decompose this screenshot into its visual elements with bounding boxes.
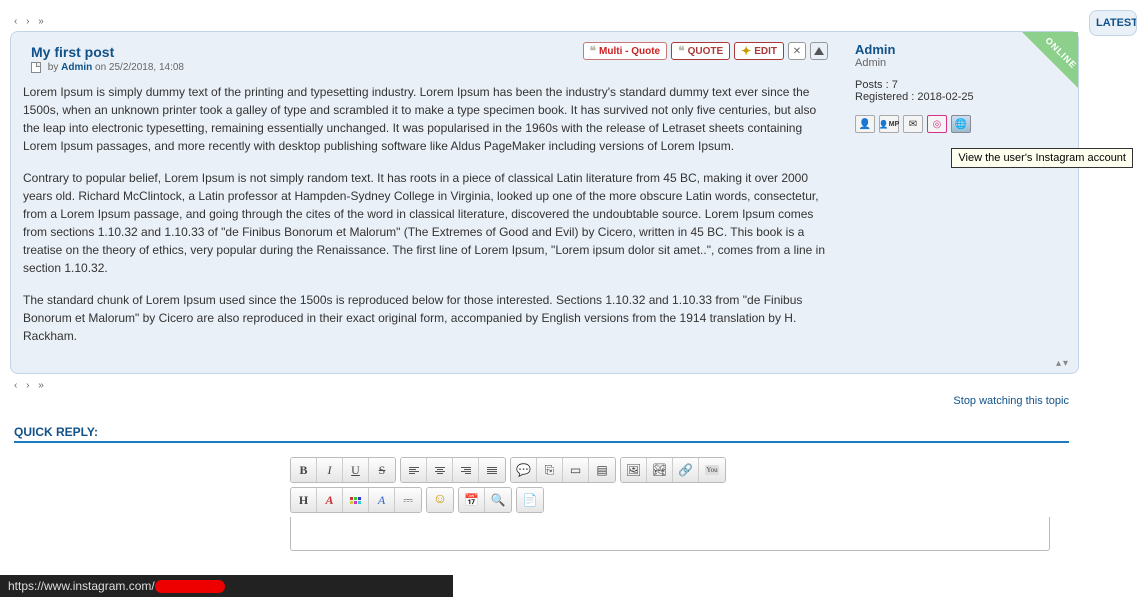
palette-button[interactable]	[343, 488, 369, 512]
align-center-button[interactable]	[427, 458, 453, 482]
sidebar-latest-widget[interactable]: LATEST	[1089, 10, 1137, 36]
youtube-button[interactable]: You	[699, 458, 725, 482]
post-paragraph: Contrary to popular belief, Lorem Ipsum …	[23, 169, 831, 277]
quick-reply-header: QUICK REPLY:	[14, 425, 1069, 443]
font-button[interactable]: A	[369, 488, 395, 512]
browser-status-bar: https://www.instagram.com/	[0, 575, 453, 597]
reg-date: 2018-02-25	[917, 91, 973, 103]
align-right-button[interactable]	[453, 458, 479, 482]
list-button[interactable]: ▤	[589, 458, 615, 482]
post-author-link[interactable]: Admin	[61, 62, 92, 73]
reg-label: Registered :	[855, 91, 914, 103]
host-button[interactable]: 🔍	[485, 488, 511, 512]
nav-dots-bottom: ‹ › »	[14, 380, 1079, 391]
strike-button[interactable]: S	[369, 458, 395, 482]
image-button[interactable]: 🖼	[621, 458, 647, 482]
delete-button[interactable]: ✕	[788, 42, 806, 60]
post-icon	[31, 62, 41, 73]
website-icon[interactable]: 🌐	[951, 115, 971, 133]
post-date: 25/2/2018, 14:08	[109, 62, 184, 73]
post-meta: by Admin on 25/2/2018, 14:08	[31, 62, 831, 73]
code-button[interactable]: ⎘	[537, 458, 563, 482]
link-button[interactable]: 🔗	[673, 458, 699, 482]
resize-handle[interactable]: ▴▾	[1056, 358, 1070, 369]
post-title-link[interactable]: My first post	[31, 44, 114, 60]
post-profile: ONLINE Admin Admin Posts : 7 Registered …	[843, 32, 1078, 373]
quick-reply-editor: B I U S 💬 ⎘ ▭ ▤ 🖼	[290, 457, 1050, 551]
emoji-button[interactable]: ☺	[427, 488, 453, 512]
status-url: https://www.instagram.com/	[8, 579, 155, 593]
post-paragraph: The standard chunk of Lorem Ipsum used s…	[23, 291, 831, 345]
pm-icon[interactable]: 👤MP	[879, 115, 899, 133]
quote-bb-button[interactable]: 💬	[511, 458, 537, 482]
underline-button[interactable]: U	[343, 458, 369, 482]
edit-button[interactable]: ✦EDIT	[734, 42, 784, 60]
action-bar: ❝Multi - Quote ❝QUOTE ✦EDIT ✕	[583, 42, 828, 60]
align-justify-button[interactable]	[479, 458, 505, 482]
posts-count: 7	[892, 79, 898, 91]
instagram-icon[interactable]: ◎	[927, 115, 947, 133]
fontcolor-button[interactable]: A	[317, 488, 343, 512]
redacted-segment	[155, 580, 225, 593]
spoiler-button[interactable]: ▭	[563, 458, 589, 482]
profile-name-link[interactable]: Admin	[855, 42, 895, 57]
post-paragraph: Lorem Ipsum is simply dummy text of the …	[23, 83, 831, 155]
stop-watching-link[interactable]: Stop watching this topic	[953, 395, 1069, 407]
more-button[interactable]: ⎓	[395, 488, 421, 512]
reply-textarea[interactable]	[290, 517, 1050, 551]
report-button[interactable]	[810, 42, 828, 60]
instagram-tooltip: View the user's Instagram account	[951, 148, 1133, 168]
header-button[interactable]: H	[291, 488, 317, 512]
page-button[interactable]: 📄	[517, 488, 543, 512]
image2-button[interactable]: 🏞	[647, 458, 673, 482]
align-left-button[interactable]	[401, 458, 427, 482]
profile-view-icon[interactable]: 👤	[855, 115, 875, 133]
by-label: by	[48, 62, 59, 73]
posts-label: Posts :	[855, 79, 889, 91]
nav-dots-top: ‹ › »	[14, 16, 1079, 27]
date-button[interactable]: 📅	[459, 488, 485, 512]
email-icon[interactable]: ✉	[903, 115, 923, 133]
multi-quote-button[interactable]: ❝Multi - Quote	[583, 42, 668, 60]
quote-button[interactable]: ❝QUOTE	[671, 42, 730, 60]
on-label: on	[95, 62, 106, 73]
post-box: My first post by Admin on 25/2/2018, 14:…	[10, 31, 1079, 374]
italic-button[interactable]: I	[317, 458, 343, 482]
post-body: Lorem Ipsum is simply dummy text of the …	[23, 83, 831, 345]
bold-button[interactable]: B	[291, 458, 317, 482]
